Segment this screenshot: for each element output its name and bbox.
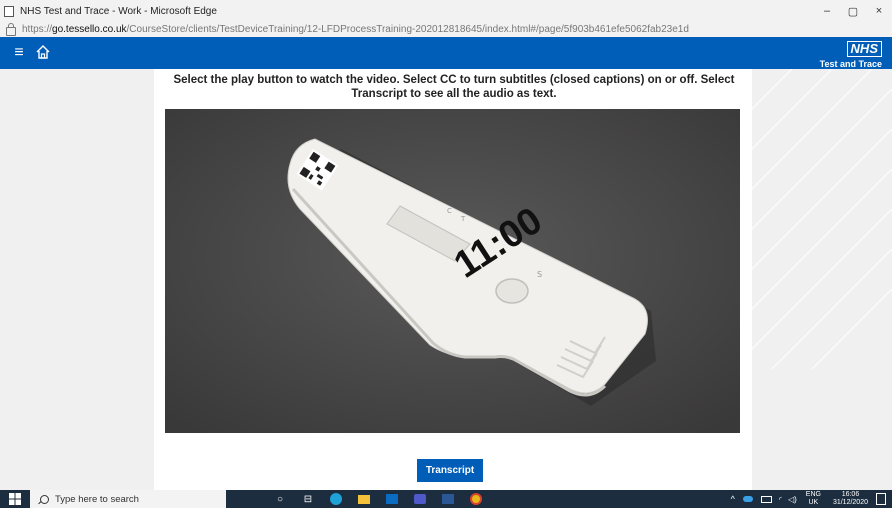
task-view-icon[interactable]: ⊟ [299, 492, 317, 506]
menu-icon[interactable]: ≡ [10, 44, 28, 62]
address-bar[interactable]: https://go.tessello.co.uk/CourseStore/cl… [0, 22, 892, 37]
clock-time: 16:06 [841, 491, 860, 498]
region-code: UK [808, 499, 819, 506]
cortana-icon[interactable]: ○ [271, 492, 289, 506]
windows-taskbar: Type here to search ○ ⊟ ^ ◜ ◁) ENG UK 16… [0, 490, 892, 508]
chrome-icon[interactable] [467, 492, 485, 506]
system-tray: ^ ◜ ◁) ENG UK 16:06 31/12/2020 [727, 490, 892, 508]
home-icon[interactable] [34, 43, 52, 61]
onedrive-icon[interactable] [742, 496, 753, 502]
word-icon[interactable] [439, 492, 457, 506]
content-panel: Select the play button to watch the vide… [154, 69, 752, 490]
minimize-button[interactable]: – [814, 0, 840, 22]
lock-icon[interactable] [6, 23, 16, 36]
battery-icon[interactable] [760, 495, 772, 503]
nhs-logo-subtitle: Test and Trace [819, 59, 882, 69]
taskbar-clock[interactable]: 16:06 31/12/2020 [833, 491, 868, 507]
wifi-icon[interactable]: ◜ [779, 495, 782, 504]
window-controls: – ▢ × [814, 0, 892, 22]
url-path: /CourseStore/clients/TestDeviceTraining/… [126, 24, 689, 35]
decorative-stripes [752, 69, 892, 370]
restore-button[interactable]: ▢ [840, 0, 866, 22]
clock-date: 31/12/2020 [832, 499, 868, 506]
notifications-icon[interactable] [876, 493, 886, 505]
language-indicator[interactable]: ENG UK [806, 491, 821, 507]
right-gutter [752, 69, 892, 490]
windows-start-button[interactable] [0, 490, 30, 508]
search-icon [40, 494, 49, 504]
language-code: ENG [805, 491, 821, 498]
nhs-logo: NHS Test and Trace [820, 40, 882, 69]
left-gutter [0, 69, 154, 490]
page-icon [4, 5, 14, 17]
chevron-up-icon[interactable]: ^ [731, 494, 735, 504]
video-player[interactable]: 11:00 C T S [165, 109, 740, 433]
file-explorer-icon[interactable] [355, 492, 373, 506]
teams-icon[interactable] [411, 492, 429, 506]
outlook-icon[interactable] [383, 492, 401, 506]
nhs-header: ≡ NHS Test and Trace [0, 37, 892, 69]
device-label-s: S [537, 270, 542, 279]
url-prefix: https:// [22, 24, 53, 35]
search-placeholder: Type here to search [55, 493, 139, 505]
volume-icon[interactable]: ◁) [788, 495, 797, 504]
taskbar-search[interactable]: Type here to search [30, 490, 226, 508]
nhs-logo-text: NHS [846, 41, 882, 57]
edge-icon[interactable] [327, 492, 345, 506]
window-title: NHS Test and Trace - Work - Microsoft Ed… [20, 5, 217, 17]
transcript-button[interactable]: Transcript [417, 459, 483, 482]
instructions-text: Select the play button to watch the vide… [173, 74, 735, 100]
device-label-t: T [460, 215, 466, 223]
browser-title-bar: NHS Test and Trace - Work - Microsoft Ed… [0, 0, 892, 22]
device-label-c: C [447, 207, 452, 215]
url-host: go.tessello.co.uk [52, 24, 127, 35]
video-frame[interactable]: 11:00 C T S [165, 109, 740, 433]
close-button[interactable]: × [866, 0, 892, 22]
